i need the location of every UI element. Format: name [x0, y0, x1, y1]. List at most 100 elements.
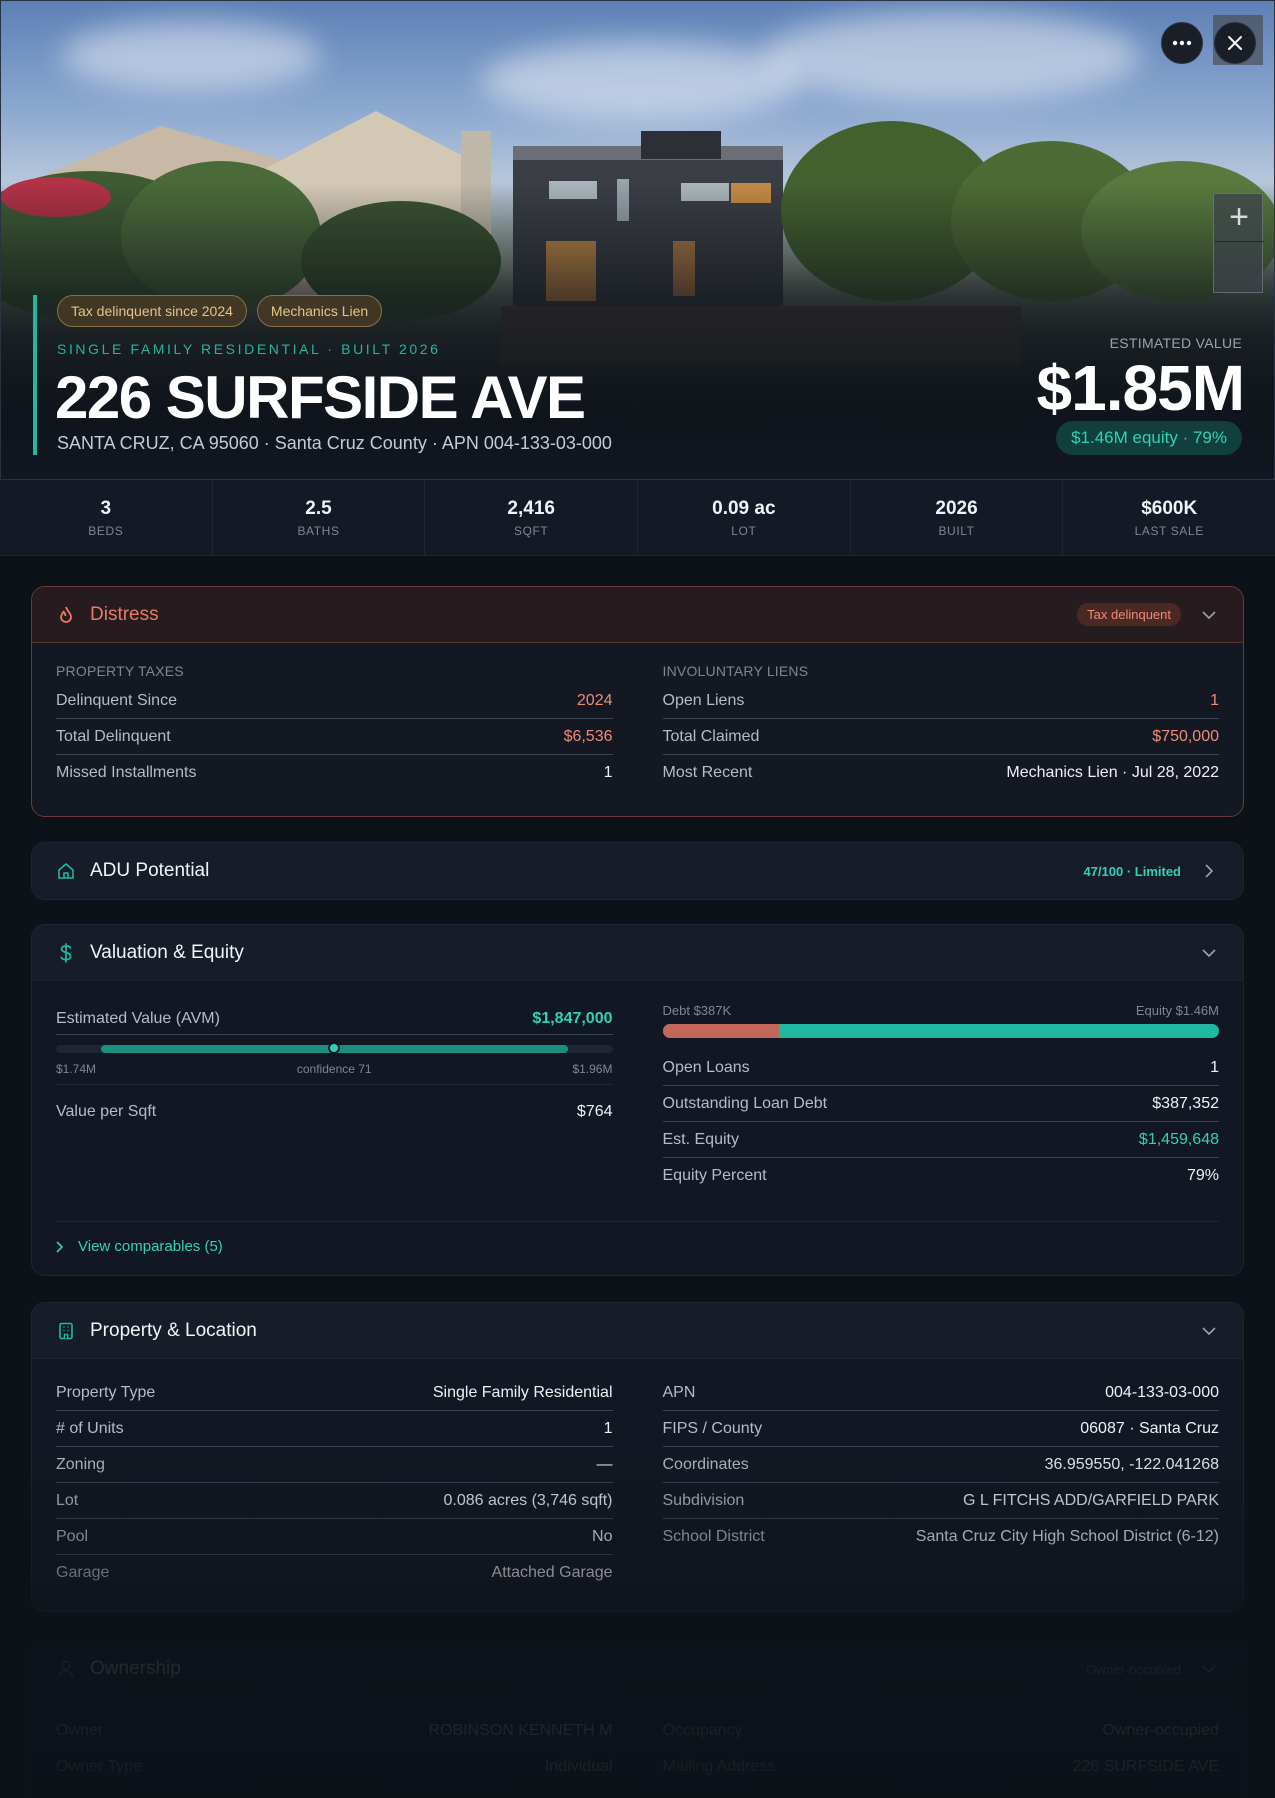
- row-label: Occupancy: [662, 1721, 743, 1739]
- row-label: # of Units: [56, 1419, 124, 1437]
- valuation-card: Valuation & Equity Estimated Value (AVM)…: [31, 924, 1244, 1276]
- row-label: Est. Equity: [662, 1130, 739, 1148]
- chevron-down-icon[interactable]: [1199, 1321, 1219, 1341]
- adu-potential-card[interactable]: ADU Potential 47/100 · Limited: [31, 842, 1244, 900]
- valuation-header[interactable]: Valuation & Equity: [32, 925, 1243, 981]
- property-details: Property Type Single Family Residential #…: [56, 1375, 613, 1591]
- building-icon: [56, 1321, 76, 1341]
- row-label: Open Liens: [662, 691, 745, 709]
- chevron-down-icon[interactable]: [1199, 605, 1219, 625]
- row-label: Value per Sqft: [56, 1103, 157, 1120]
- row-label: Zoning: [56, 1455, 105, 1473]
- view-comparables-link[interactable]: View comparables (5): [56, 1221, 1219, 1255]
- info-row: Garage Attached Garage: [56, 1555, 613, 1591]
- close-button[interactable]: [1214, 22, 1256, 64]
- value-per-sqft-row: Value per Sqft $764: [56, 1103, 613, 1121]
- row-label: Estimated Value (AVM): [56, 1009, 220, 1027]
- row-value: ROBINSON KENNETH M: [428, 1721, 613, 1739]
- stat-sqft: 2,416 SQFT: [425, 480, 639, 555]
- stat-value: 2.5: [305, 497, 332, 519]
- zoom-in-button[interactable]: +: [1214, 194, 1264, 242]
- home-icon: [56, 861, 76, 881]
- property-header[interactable]: Property & Location: [32, 1303, 1243, 1359]
- row-value: G L FITCHS ADD/GARFIELD PARK: [962, 1491, 1219, 1509]
- stat-label: BEDS: [88, 523, 124, 538]
- stat-label: SQFT: [513, 523, 549, 538]
- ownership-title: Ownership: [90, 1658, 181, 1679]
- chevron-right-icon[interactable]: [1199, 861, 1219, 881]
- estimated-value: $1.85M: [1036, 352, 1245, 424]
- row-value: 226 SURFSIDE AVE: [1072, 1758, 1219, 1775]
- avm-section: Estimated Value (AVM) $1,847,000 $1.74M …: [56, 1003, 613, 1194]
- property-eyebrow: SINGLE FAMILY RESIDENTIAL · BUILT 2026: [57, 341, 441, 357]
- row-label: APN: [662, 1383, 696, 1401]
- info-row: Subdivision G L FITCHS ADD/GARFIELD PARK: [662, 1483, 1219, 1519]
- section-label: INVOLUNTARY LIENS: [662, 663, 809, 679]
- row-label: Owner Type: [56, 1758, 142, 1775]
- row-label: Pool: [56, 1527, 89, 1545]
- row-value: $387,352: [1152, 1094, 1219, 1112]
- distress-title: Distress: [90, 603, 159, 625]
- chevron-down-icon[interactable]: [1199, 1659, 1219, 1679]
- more-options-button[interactable]: [1161, 22, 1203, 64]
- page-title: 226 SURFSIDE AVE: [55, 364, 586, 431]
- distress-badge: Tax delinquent: [1077, 603, 1181, 626]
- info-row: APN 004-133-03-000: [662, 1375, 1219, 1411]
- range-high: $1.96M: [572, 1062, 613, 1076]
- info-row: Open Loans 1: [662, 1050, 1219, 1086]
- valuation-title: Valuation & Equity: [90, 941, 244, 963]
- property-title: Property & Location: [90, 1319, 257, 1341]
- debt-label: Debt $387K: [662, 1003, 732, 1018]
- row-label: Garage: [56, 1564, 110, 1581]
- row-label: Coordinates: [662, 1455, 749, 1473]
- row-value: $764: [576, 1103, 613, 1120]
- row-value: Santa Cruz City High School District (6-…: [915, 1528, 1219, 1545]
- stat-label: BUILT: [938, 523, 975, 538]
- info-row: Lot 0.086 acres (3,746 sqft): [56, 1483, 613, 1519]
- ownership-card: Ownership Owner-occupied Owner ROBINSON K…: [31, 1640, 1244, 1798]
- row-label: Total Claimed: [662, 727, 760, 745]
- row-label: Property Type: [56, 1383, 156, 1401]
- info-row: Mailing Address 226 SURFSIDE AVE: [663, 1749, 1220, 1785]
- ownership-header[interactable]: Ownership Owner-occupied: [32, 1641, 1243, 1697]
- row-value: Mechanics Lien · Jul 28, 2022: [1006, 764, 1219, 781]
- row-value: 1: [1210, 1058, 1219, 1076]
- stat-lot: 0.09 ac LOT: [638, 480, 851, 555]
- dollar-icon: [56, 942, 76, 963]
- row-label: Missed Installments: [56, 764, 197, 781]
- confidence-label: confidence 71: [296, 1062, 372, 1076]
- stat-beds: 3 BEDS: [0, 480, 213, 555]
- info-row: Occupancy Owner-occupied: [662, 1713, 1219, 1749]
- distress-header[interactable]: Distress Tax delinquent: [32, 587, 1243, 643]
- accent-bar: [33, 295, 37, 455]
- row-value: $6,536: [563, 727, 613, 745]
- owner-details: Owner ROBINSON KENNETH M Owner Type Indivi…: [56, 1713, 613, 1785]
- row-label: Subdivision: [662, 1491, 745, 1509]
- involuntary-liens-section: INVOLUNTARY LIENS Open Liens 1 Total Clai…: [662, 663, 1219, 791]
- row-label: Outstanding Loan Debt: [662, 1094, 828, 1112]
- user-icon: [56, 1659, 76, 1679]
- row-label: Total Delinquent: [56, 727, 171, 745]
- row-value: Attached Garage: [491, 1564, 613, 1581]
- tag-tax-delinquent: Tax delinquent since 2024: [57, 295, 247, 327]
- row-label: School District: [662, 1528, 765, 1545]
- row-label: Mailing Address: [662, 1758, 776, 1775]
- stat-built: 2026 BUILT: [851, 480, 1064, 555]
- row-value: Single Family Residential: [432, 1383, 613, 1401]
- occupancy-details: Occupancy Owner-occupied Mailing Address 2…: [662, 1713, 1220, 1785]
- info-row: Owner ROBINSON KENNETH M: [56, 1713, 613, 1749]
- section-label: PROPERTY TAXES: [56, 663, 184, 679]
- equity-badge: $1.46M equity · 79%: [1056, 421, 1242, 455]
- row-value: 2024: [576, 691, 613, 709]
- row-value: —: [596, 1455, 613, 1473]
- chevron-down-icon[interactable]: [1199, 943, 1219, 963]
- adu-title: ADU Potential: [90, 860, 210, 881]
- info-row: Pool No: [56, 1519, 613, 1555]
- row-value: 1: [603, 1419, 613, 1437]
- row-value: 36.959550, -122.041268: [1044, 1455, 1219, 1473]
- stat-label: LAST SALE: [1134, 523, 1204, 538]
- adu-header[interactable]: ADU Potential 47/100 · Limited: [32, 843, 1243, 899]
- info-row: Total Claimed $750,000: [662, 719, 1219, 755]
- occupancy-badge: Owner-occupied: [1086, 1661, 1181, 1677]
- info-row: Property Type Single Family Residential: [56, 1375, 613, 1411]
